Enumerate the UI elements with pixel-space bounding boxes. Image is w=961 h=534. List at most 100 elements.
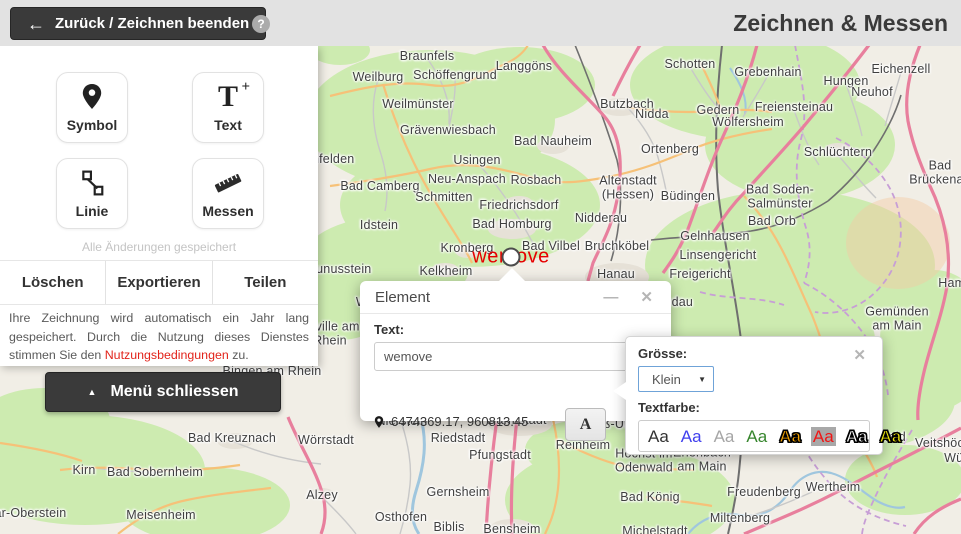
map-label: Osthofen [375,510,427,524]
map-label: Pfungstadt [469,448,531,462]
map-label: Kelkheim [419,264,472,278]
text-style-popup: ✕ Grösse: Klein ▼ Textfarbe: Aa Aa Aa Aa Aa A… [625,336,883,455]
element-coordinates: 6474369.17, 960813.45 [391,414,528,429]
export-button[interactable]: Exportieren [106,261,212,304]
map-label: Bad Brückenau [909,159,961,188]
popup-tail [613,382,626,400]
tool-measure-label: Messen [193,203,263,219]
coordinate-row: 6474369.17, 960813.45 [374,414,528,429]
element-text-input[interactable] [374,342,657,371]
map-label: Alzey [306,488,338,502]
tool-line-label: Linie [57,203,127,219]
color-swatch-orange[interactable]: Aa [777,427,803,446]
map-label: Bad Sobernheim [107,465,203,479]
share-button[interactable]: Teilen [213,261,318,304]
nature-park-area [846,197,950,289]
map-label: Miltenberg [710,511,770,525]
text-plus-icon: T+ [193,80,263,114]
close-menu-label: Menü schliessen [110,383,238,401]
map-label: Langgöns [496,59,553,73]
map-label: Idstein [360,218,398,232]
map-label: Neu-Anspach [428,172,506,186]
map-label: Gelnhausen [680,229,749,243]
delete-button[interactable]: Löschen [0,261,106,304]
back-button[interactable]: ← Zurück / Zeichnen beenden [10,7,266,40]
map-label: Bruchköbel [585,239,650,253]
tool-line-button[interactable]: Linie [56,158,128,229]
help-icon[interactable]: ? [252,15,270,33]
map-label: Braunfels [400,49,455,63]
color-swatch-white[interactable]: Aa [844,427,870,446]
element-dialog-header: Element — ✕ [360,281,671,314]
color-swatch-yellow[interactable]: Aa [877,427,903,446]
map-label: Hanau [597,267,635,281]
tool-symbol-button[interactable]: Symbol [56,72,128,143]
text-color-label: Textfarbe: [638,400,870,415]
map-label: Hammelburg [938,276,961,290]
map-label: Veitshöchheim [915,436,961,450]
drawn-element-marker[interactable] [502,248,521,267]
color-swatch-black[interactable]: Aa [646,427,671,446]
map-label: Meisenheim [126,508,195,522]
map-label: Bad Soden- Salmünster [746,183,814,212]
map-label: Wölfersheim [712,115,784,129]
map-label: Wörrstadt [298,433,354,447]
map-pin-icon [57,80,127,114]
color-swatch-red[interactable]: Aa [811,427,836,446]
polyline-icon [57,166,127,200]
map-label: Schmitten [415,190,472,204]
map-label: Büdingen [661,189,715,203]
map-label: Bensheim [483,522,540,534]
map-label: Freigericht [669,267,730,281]
map-label: Weilburg [353,70,404,84]
disclaimer-text: Ihre Zeichnung wird automatisch ein Jahr… [9,309,309,365]
map-label: Nidda [635,107,669,121]
color-swatch-green[interactable]: Aa [744,427,769,446]
map-label: Linsengericht [680,248,757,262]
tool-text-button[interactable]: T+ Text [192,72,264,143]
map-label: Bad König [620,490,679,504]
map-label: Schlüchtern [804,145,872,159]
color-swatch-blue[interactable]: Aa [679,427,704,446]
tool-text-label: Text [193,117,263,133]
size-select[interactable]: Klein ▼ [638,366,714,392]
close-menu-button[interactable]: ▲ Menü schliessen [45,372,281,412]
map-label: Altenstadt (Hessen) [599,174,657,203]
autosave-status: Alle Änderungen gespeichert [0,240,318,254]
map-label: Rosbach [511,173,562,187]
map-label: Würzburg [944,451,961,465]
back-button-label: Zurück / Zeichnen beenden [55,15,249,32]
map-label: Wertheim [806,480,861,494]
map-label: Schotten [665,57,716,71]
map-label: Usingen [453,153,500,167]
popup-close-icon[interactable]: ✕ [847,345,872,365]
map-label: Bad Camberg [340,179,419,193]
page-title: Zeichnen & Messen [733,0,948,46]
terms-link[interactable]: Nutzungsbedingungen [105,348,229,362]
map-label: Bad Nauheim [514,134,592,148]
minimize-icon[interactable]: — [597,289,624,306]
zeichnen-messen-app: Braunfels Weilburg SchöffengrundLanggöns Sc… [0,0,961,534]
size-select-value: Klein [652,372,681,387]
location-pin-icon [374,415,384,429]
color-swatch-gray[interactable]: Aa [712,427,737,446]
back-arrow-icon: ← [27,15,45,33]
map-label: Biblis [433,520,464,534]
tool-measure-button[interactable]: Messen [192,158,264,229]
map-label: Weilmünster [382,97,453,111]
close-icon[interactable]: ✕ [634,289,659,306]
map-label: Ortenberg [641,142,699,156]
chevron-down-icon: ▼ [698,375,706,384]
action-row: Löschen Exportieren Teilen [0,260,318,305]
dialog-pointer [498,268,526,282]
topbar: ← Zurück / Zeichnen beenden ? Zeichnen &… [0,0,961,46]
text-style-button[interactable]: A [565,408,606,441]
map-label: Eichenzell [872,62,931,76]
map-label: Michelstadt [622,524,687,534]
toolbox-panel: Symbol T+ Text Linie Messen Alle Änderun… [0,46,318,366]
size-label: Grösse: [638,346,870,361]
map-label: Schöffengrund [413,68,497,82]
map-label: Gernsheim [427,485,490,499]
map-label: Friedrichsdorf [479,198,558,212]
map-label: Neuhof [851,85,893,99]
